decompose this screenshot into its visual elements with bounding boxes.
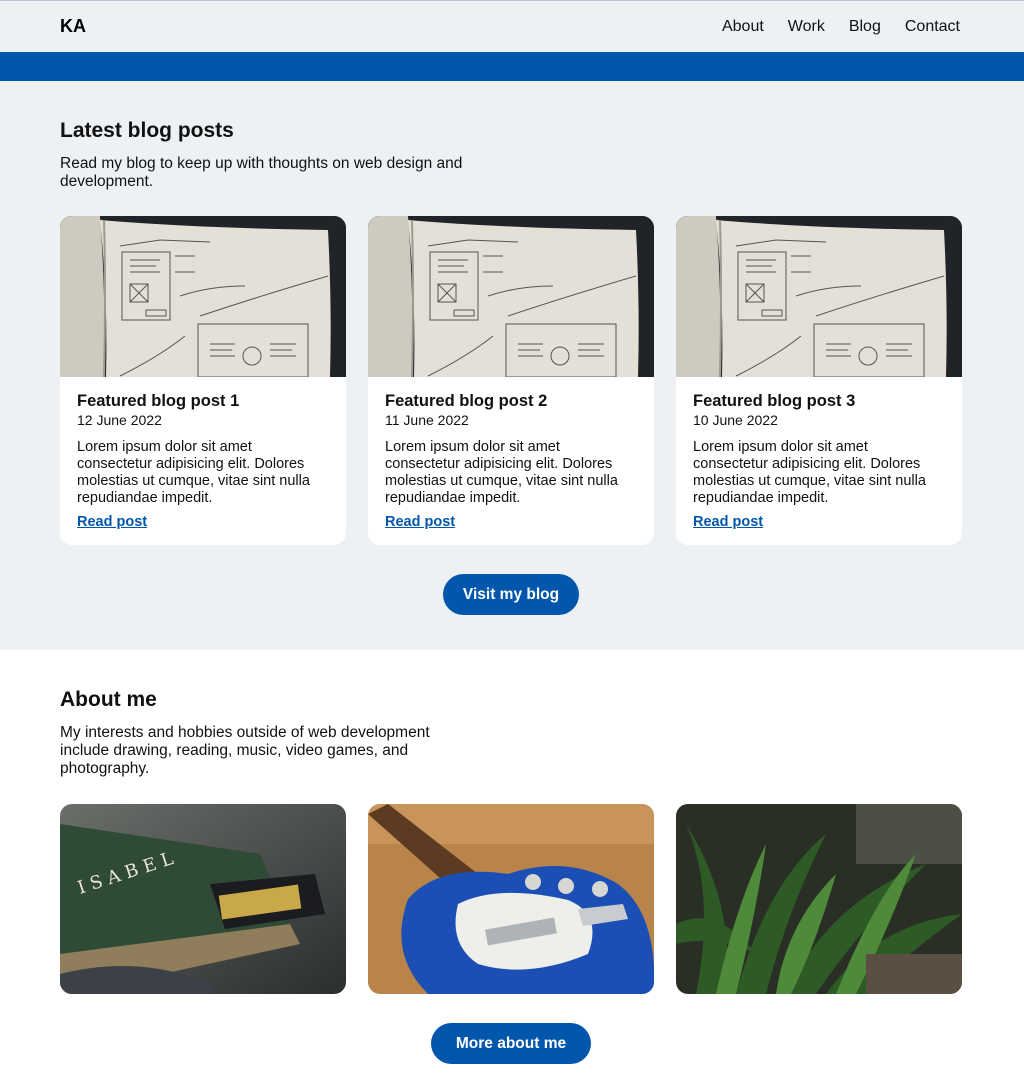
hero-banner-strip xyxy=(0,52,1024,81)
sketchbook-photo xyxy=(368,216,654,377)
nav-link-work[interactable]: Work xyxy=(788,18,825,36)
about-heading: About me xyxy=(60,688,157,711)
blog-heading: Latest blog posts xyxy=(60,119,234,142)
blog-intro: Read my blog to keep up with thoughts on… xyxy=(60,155,463,190)
read-post-link[interactable]: Read post xyxy=(385,514,455,530)
sketchbook-photo xyxy=(60,216,346,377)
guitar-photo xyxy=(368,804,654,994)
latest-blog-section: Latest blog posts Read my blog to keep u… xyxy=(0,81,1024,650)
main-nav: About Work Blog Contact xyxy=(722,18,960,36)
sketchbook-photo xyxy=(676,216,962,377)
blog-card-excerpt: Lorem ipsum dolor sit amet consectetur a… xyxy=(693,439,926,506)
read-post-link[interactable]: Read post xyxy=(77,514,147,530)
visit-blog-button[interactable]: Visit my blog xyxy=(443,574,579,615)
nav-link-blog[interactable]: Blog xyxy=(849,18,881,36)
blog-card-title: Featured blog post 3 xyxy=(693,392,856,410)
blog-card: Featured blog post 2 11 June 2022 Lorem … xyxy=(368,216,654,545)
plant-photo xyxy=(676,804,962,994)
site-header: KA About Work Blog Contact xyxy=(0,0,1024,52)
book-photo: I S A B E L xyxy=(60,804,346,994)
blog-card-date: 11 June 2022 xyxy=(385,412,469,428)
hobby-photo-list: I S A B E L xyxy=(60,804,962,994)
blog-card-date: 12 June 2022 xyxy=(77,412,162,428)
blog-card: Featured blog post 1 12 June 2022 Lorem … xyxy=(60,216,346,545)
blog-card-list: Featured blog post 1 12 June 2022 Lorem … xyxy=(60,216,962,545)
blog-card-body: Featured blog post 1 12 June 2022 Lorem … xyxy=(60,377,346,531)
blog-card-body: Featured blog post 2 11 June 2022 Lorem … xyxy=(368,377,654,531)
blog-card-body: Featured blog post 3 10 June 2022 Lorem … xyxy=(676,377,962,531)
nav-link-contact[interactable]: Contact xyxy=(905,18,960,36)
blog-card-excerpt: Lorem ipsum dolor sit amet consectetur a… xyxy=(77,439,310,506)
about-me-section: About me My interests and hobbies outsid… xyxy=(0,650,1024,1090)
read-post-link[interactable]: Read post xyxy=(693,514,763,530)
site-logo[interactable]: KA xyxy=(60,16,86,37)
blog-card-title: Featured blog post 2 xyxy=(385,392,548,410)
nav-link-about[interactable]: About xyxy=(722,18,764,36)
blog-card-excerpt: Lorem ipsum dolor sit amet consectetur a… xyxy=(385,439,618,506)
blog-card-title: Featured blog post 1 xyxy=(77,392,240,410)
blog-card-date: 10 June 2022 xyxy=(693,412,778,428)
about-intro: My interests and hobbies outside of web … xyxy=(60,724,430,777)
blog-card: Featured blog post 3 10 June 2022 Lorem … xyxy=(676,216,962,545)
more-about-me-button[interactable]: More about me xyxy=(431,1023,591,1064)
